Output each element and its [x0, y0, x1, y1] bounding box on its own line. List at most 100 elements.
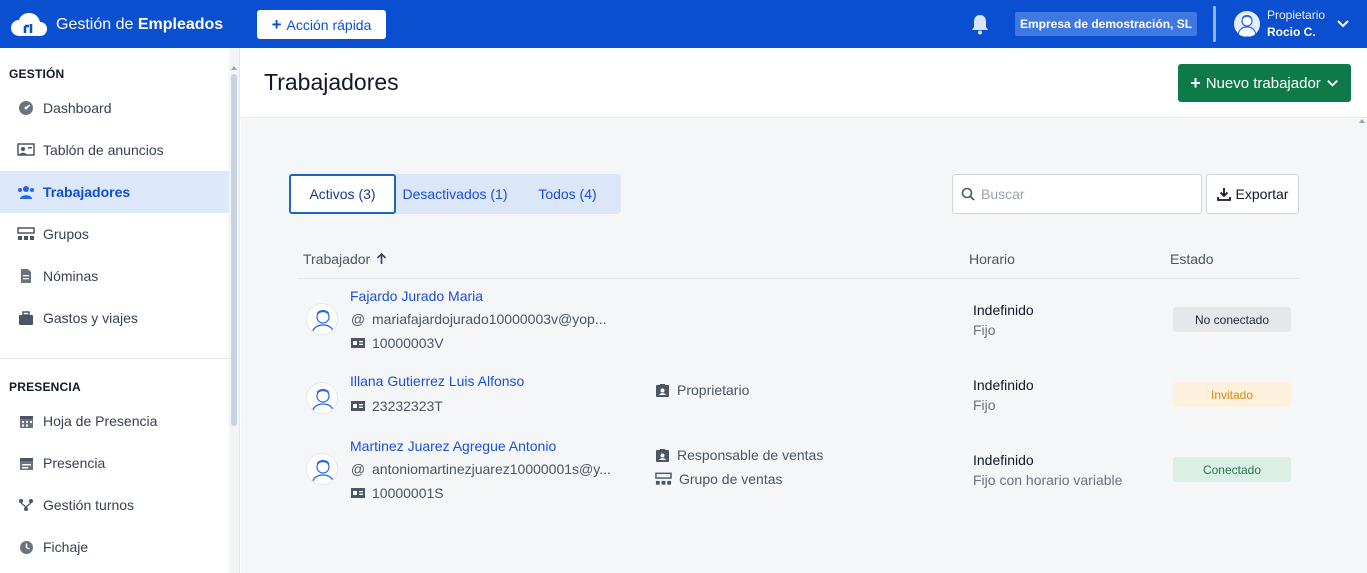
table-row[interactable]: Martinez Juarez Agregue Antonio @ antoni…	[298, 434, 1299, 509]
worker-id: 23232323T	[350, 398, 443, 414]
worker-name-link[interactable]: Fajardo Jurado Maria	[350, 288, 483, 304]
user-avatar-icon	[311, 389, 335, 413]
worker-role: Proprietario	[655, 382, 749, 398]
content-scrollbar[interactable]	[1358, 119, 1367, 573]
sidebar-item-label: Trabajadores	[43, 184, 131, 200]
badge-icon	[656, 448, 669, 462]
id-text: 10000001S	[372, 485, 444, 501]
sidebar-item-dashboard[interactable]: Dashboard	[0, 87, 229, 129]
bell-icon[interactable]	[970, 13, 990, 35]
scroll-up-icon[interactable]	[231, 66, 237, 70]
export-button[interactable]: Exportar	[1206, 174, 1299, 214]
tab-label: Desactivados (1)	[402, 186, 508, 202]
chevron-down-icon[interactable]	[1336, 17, 1350, 31]
role-text: Responsable de ventas	[677, 447, 824, 463]
tab-active[interactable]: Activos (3)	[289, 174, 396, 214]
scroll-up-icon[interactable]	[1359, 119, 1365, 123]
brand-bold: Empleados	[137, 16, 224, 33]
groups-icon	[655, 472, 672, 485]
status-text: Conectado	[1202, 462, 1262, 477]
worker-id: 10000001S	[350, 485, 444, 501]
sidebar-item-label: Fichaje	[43, 539, 89, 555]
column-label: Trabajador	[303, 251, 371, 267]
sidebar: GESTIÓN Dashboard Tablón de anuncios Tra…	[0, 48, 240, 573]
schedule-type: Fijo	[973, 322, 996, 338]
email-text: antoniomartinezjuarez10000001s@y...	[372, 461, 611, 477]
status-text: No conectado	[1194, 312, 1270, 327]
worker-name-link[interactable]: Martinez Juarez Agregue Antonio	[350, 438, 556, 454]
sidebar-item-workers[interactable]: Trabajadores	[0, 171, 229, 213]
announcement-icon	[17, 141, 35, 159]
brand-name: Gestión de Empleados	[56, 16, 223, 34]
id-text: 10000003V	[372, 335, 444, 351]
sidebar-item-label: Gestión turnos	[43, 497, 135, 513]
chevron-down-icon	[1326, 79, 1338, 87]
brand-prefix: Gestión de	[56, 16, 138, 33]
schedule-value: Indefinido	[973, 302, 1034, 318]
role-text: Proprietario	[677, 382, 750, 398]
table-row[interactable]: Illana Gutierrez Luis Alfonso 23232323T …	[298, 369, 1299, 424]
schedule-value: Indefinido	[973, 377, 1034, 393]
sidebar-item-shifts[interactable]: Gestión turnos	[0, 484, 229, 526]
sidebar-item-attendance-sheet[interactable]: Hoja de Presencia	[0, 400, 229, 442]
sidebar-scrollbar[interactable]	[229, 48, 239, 573]
briefcase-icon	[17, 309, 35, 327]
users-icon	[17, 183, 35, 201]
tab-deactivated[interactable]: Desactivados (1)	[396, 174, 514, 214]
plus-icon: +	[1190, 72, 1201, 93]
status-text: Invitado	[1210, 387, 1254, 402]
download-icon	[1216, 188, 1231, 201]
id-text: 23232323T	[372, 398, 443, 414]
sidebar-item-groups[interactable]: Grupos	[0, 213, 229, 255]
sidebar-divider	[0, 358, 229, 359]
badge-icon	[656, 383, 669, 397]
table-row[interactable]: Fajardo Jurado Maria @ mariafajardojurad…	[298, 284, 1299, 359]
sidebar-item-label: Hoja de Presencia	[43, 413, 158, 429]
company-name: Empresa de demostración, SL	[1019, 17, 1193, 31]
worker-id: 10000003V	[350, 335, 444, 351]
tab-all[interactable]: Todos (4)	[514, 174, 621, 214]
divider	[1213, 6, 1216, 42]
app-brand[interactable]: Gestión de Empleados	[10, 11, 223, 39]
user-name: Rocio C.	[1267, 25, 1316, 39]
sidebar-item-label: Nóminas	[43, 268, 99, 284]
page-header: Trabajadores + Nuevo trabajador	[241, 48, 1367, 118]
quick-action-button[interactable]: + Acción rápida	[257, 10, 386, 39]
user-avatar-icon	[1237, 15, 1257, 37]
column-schedule: Horario	[969, 251, 1015, 267]
column-status: Estado	[1170, 251, 1214, 267]
quick-action-label: Acción rápida	[286, 16, 372, 33]
document-icon	[17, 267, 35, 285]
column-worker[interactable]: Trabajador	[303, 251, 387, 267]
status-badge: Conectado	[1173, 457, 1291, 482]
user-avatar[interactable]	[1234, 11, 1260, 37]
sidebar-item-expenses[interactable]: Gastos y viajes	[0, 297, 229, 339]
sidebar-item-label: Grupos	[43, 226, 89, 242]
shifts-icon	[17, 496, 35, 514]
id-card-icon	[351, 338, 365, 348]
company-selector[interactable]: Empresa de demostración, SL	[1015, 12, 1197, 36]
worker-avatar	[306, 382, 338, 414]
schedule-type: Fijo	[973, 397, 996, 413]
sidebar-item-attendance[interactable]: Presencia	[0, 442, 229, 484]
table-header: Trabajador Horario Estado	[298, 239, 1299, 279]
sidebar-item-label: Gastos y viajes	[43, 310, 138, 326]
new-worker-button[interactable]: + Nuevo trabajador	[1178, 64, 1351, 102]
dashboard-icon	[17, 99, 35, 117]
calendar-check-icon	[17, 454, 35, 472]
groups-icon	[17, 225, 35, 243]
scrollbar-thumb[interactable]	[231, 74, 237, 426]
search-input[interactable]	[981, 186, 1181, 202]
sidebar-section-gestion: GESTIÓN	[9, 67, 65, 81]
plus-icon: +	[271, 15, 282, 34]
worker-name-link[interactable]: Illana Gutierrez Luis Alfonso	[350, 373, 524, 389]
worker-avatar	[306, 453, 338, 485]
group-text: Grupo de ventas	[679, 471, 783, 487]
sidebar-item-clock-in[interactable]: Fichaje	[0, 526, 229, 568]
sidebar-item-payroll[interactable]: Nóminas	[0, 255, 229, 297]
at-icon: @	[350, 311, 366, 327]
sidebar-item-announcements[interactable]: Tablón de anuncios	[0, 129, 229, 171]
worker-email: @ mariafajardojurado10000003v@yop...	[350, 311, 607, 327]
sidebar-item-label: Tablón de anuncios	[43, 142, 164, 158]
workers-panel: Activos (3) Desactivados (1) Todos (4) E…	[241, 119, 1367, 573]
